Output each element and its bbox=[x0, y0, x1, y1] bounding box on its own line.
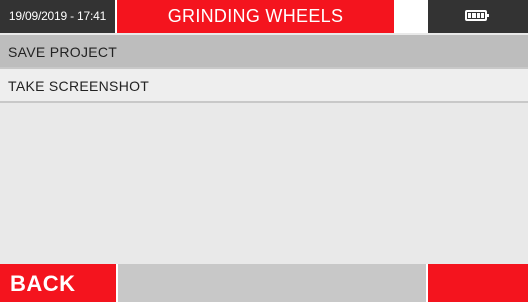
menu-item-take-screenshot[interactable]: TAKE SCREENSHOT bbox=[0, 69, 528, 103]
menu-item-label: SAVE PROJECT bbox=[8, 44, 118, 60]
middle-softkey[interactable] bbox=[118, 264, 426, 302]
app-title: GRINDING WHEELS BALANCER bbox=[117, 0, 394, 59]
back-button[interactable]: BACK bbox=[0, 264, 116, 302]
footer-bar: BACK bbox=[0, 264, 528, 302]
right-softkey[interactable] bbox=[428, 264, 528, 302]
datetime-display: 19/09/2019 - 17:41 bbox=[0, 0, 115, 33]
menu-list: SAVE PROJECT TAKE SCREENSHOT bbox=[0, 35, 528, 103]
menu-item-label: TAKE SCREENSHOT bbox=[8, 78, 150, 94]
device-screen: 19/09/2019 - 17:41 GRINDING WHEELS BALAN… bbox=[0, 0, 528, 302]
menu-item-save-project[interactable]: SAVE PROJECT bbox=[0, 35, 528, 69]
header-bar: 19/09/2019 - 17:41 GRINDING WHEELS BALAN… bbox=[0, 0, 528, 59]
battery-indicator bbox=[428, 0, 528, 33]
battery-full-icon bbox=[465, 10, 489, 21]
